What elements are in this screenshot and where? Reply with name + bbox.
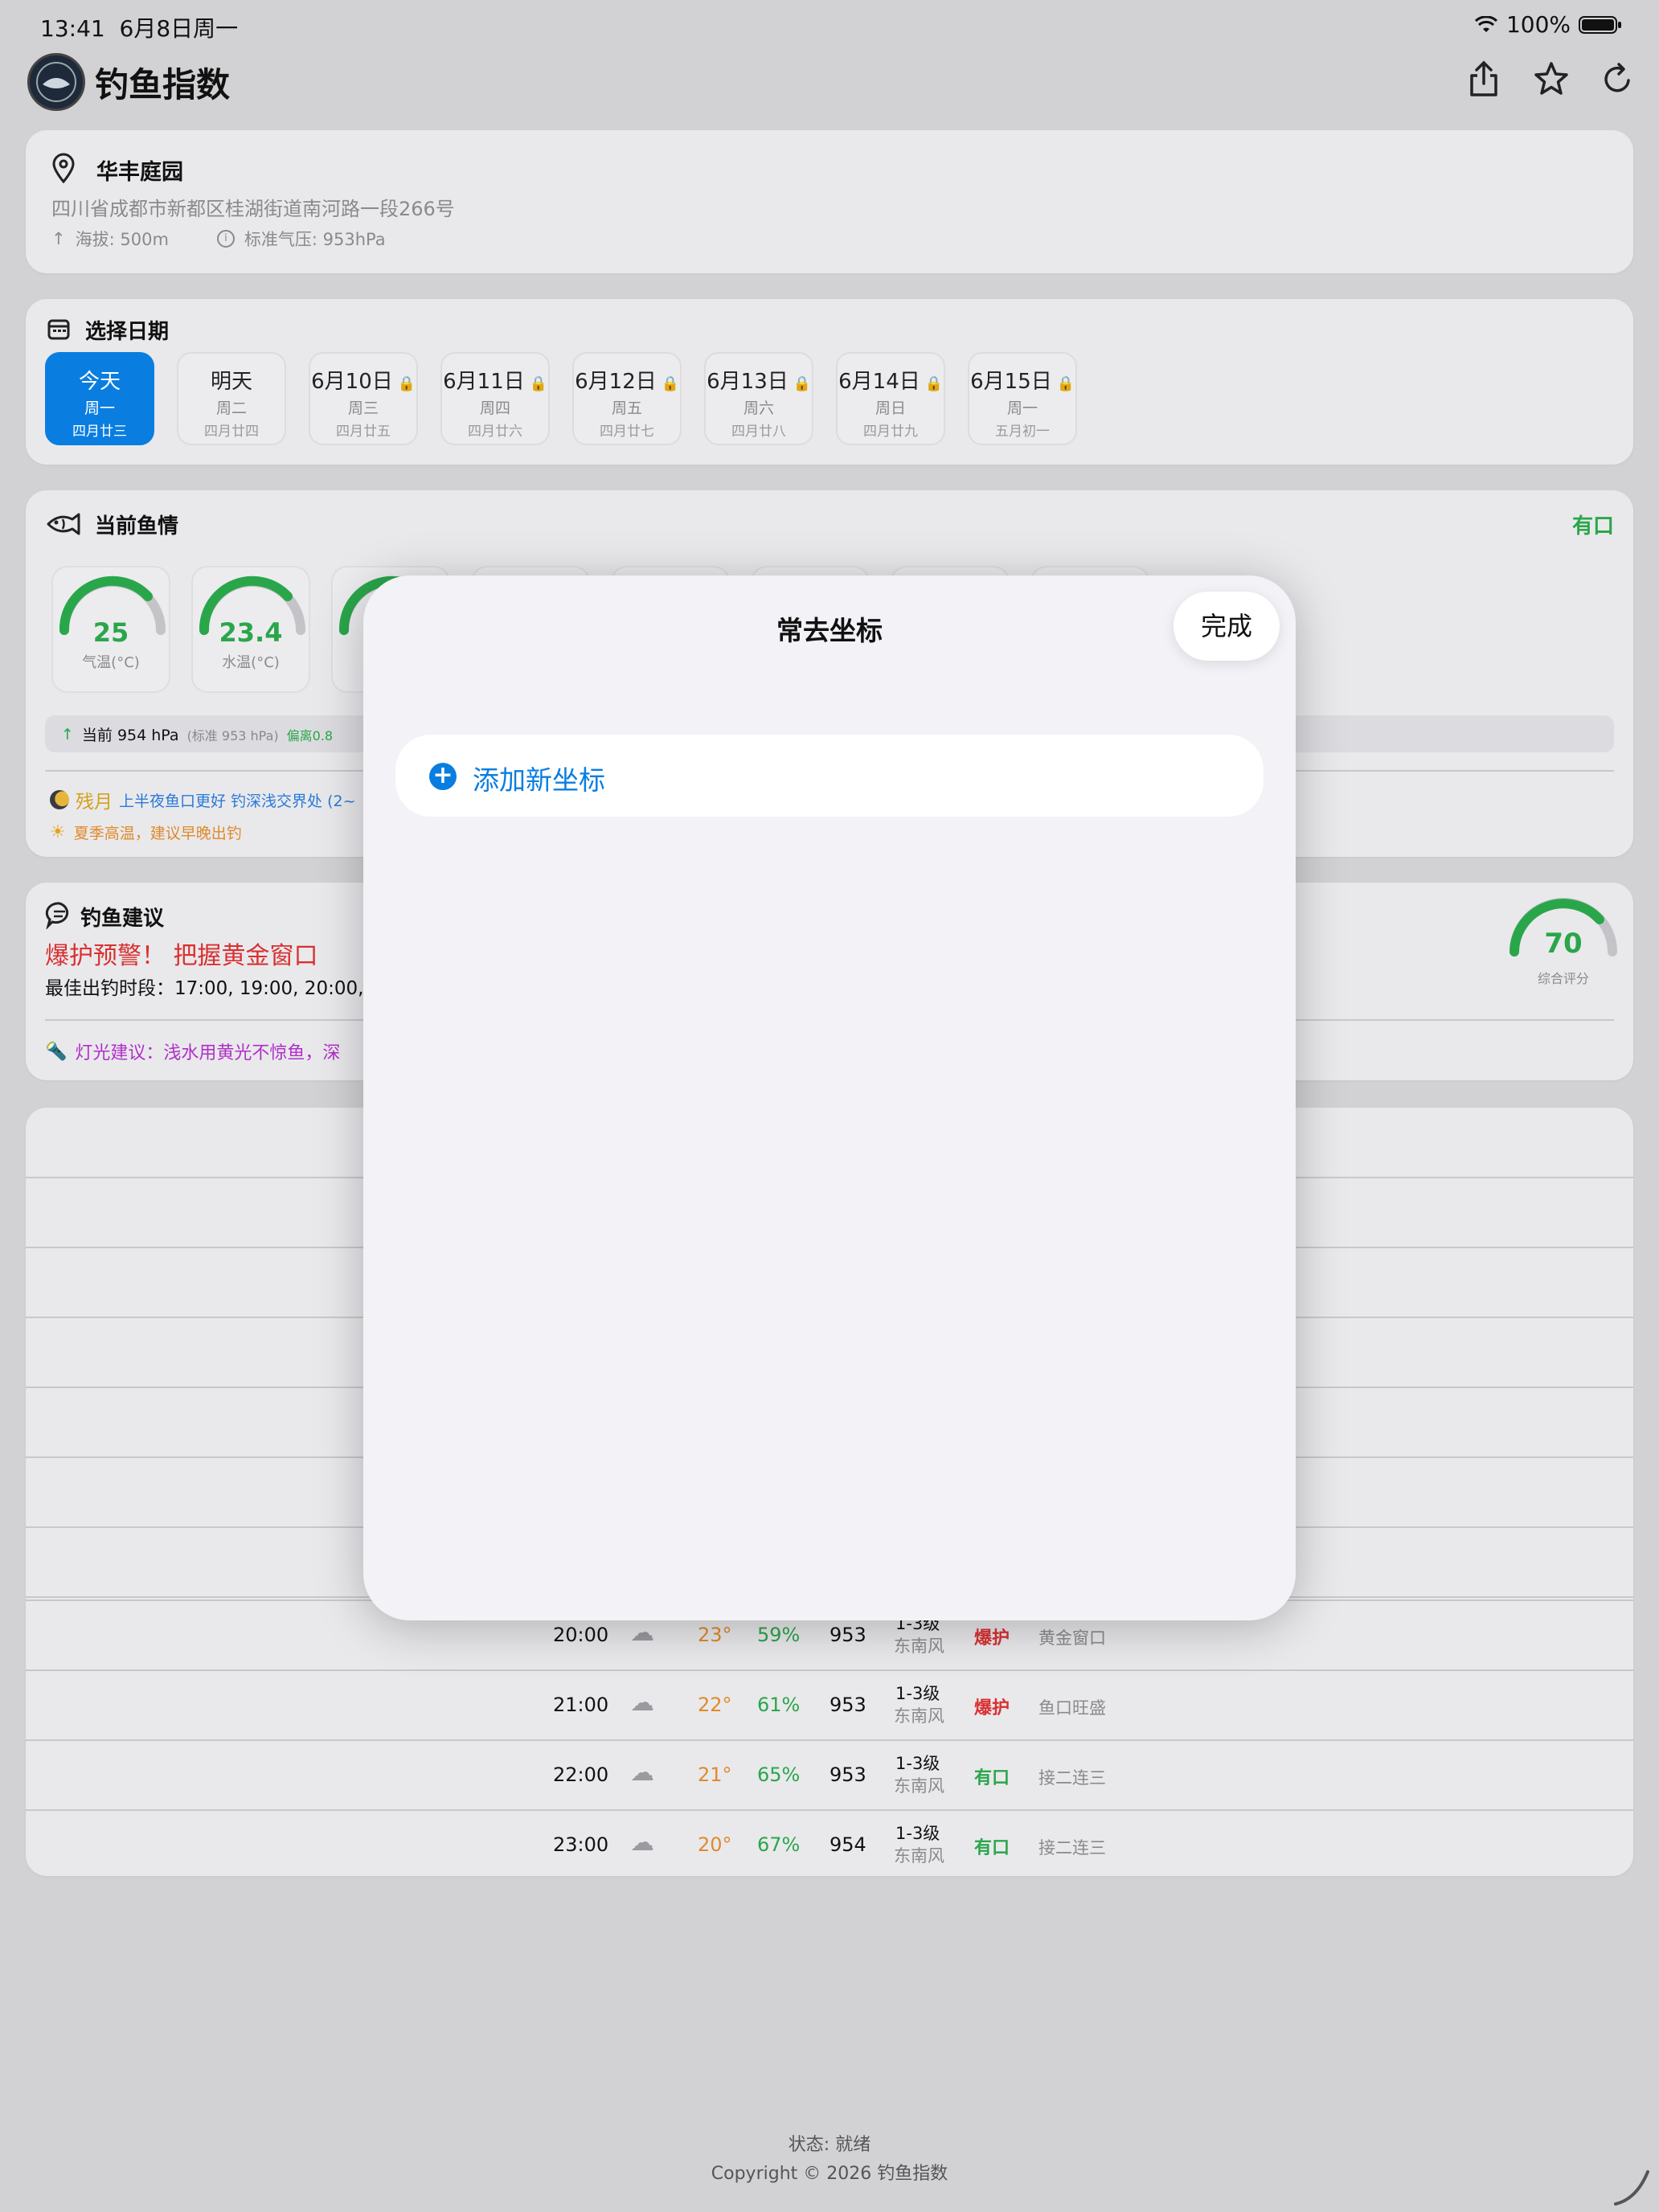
frequent-locations-sheet: 常去坐标 完成 + 添加新坐标 [363, 576, 1296, 1620]
add-location-button[interactable]: + 添加新坐标 [395, 735, 1264, 817]
scroll-indicator [1612, 2167, 1653, 2210]
modal-title: 常去坐标 [776, 615, 883, 646]
add-location-label: 添加新坐标 [473, 764, 605, 796]
done-button[interactable]: 完成 [1174, 592, 1280, 661]
plus-circle-icon: + [429, 763, 457, 790]
